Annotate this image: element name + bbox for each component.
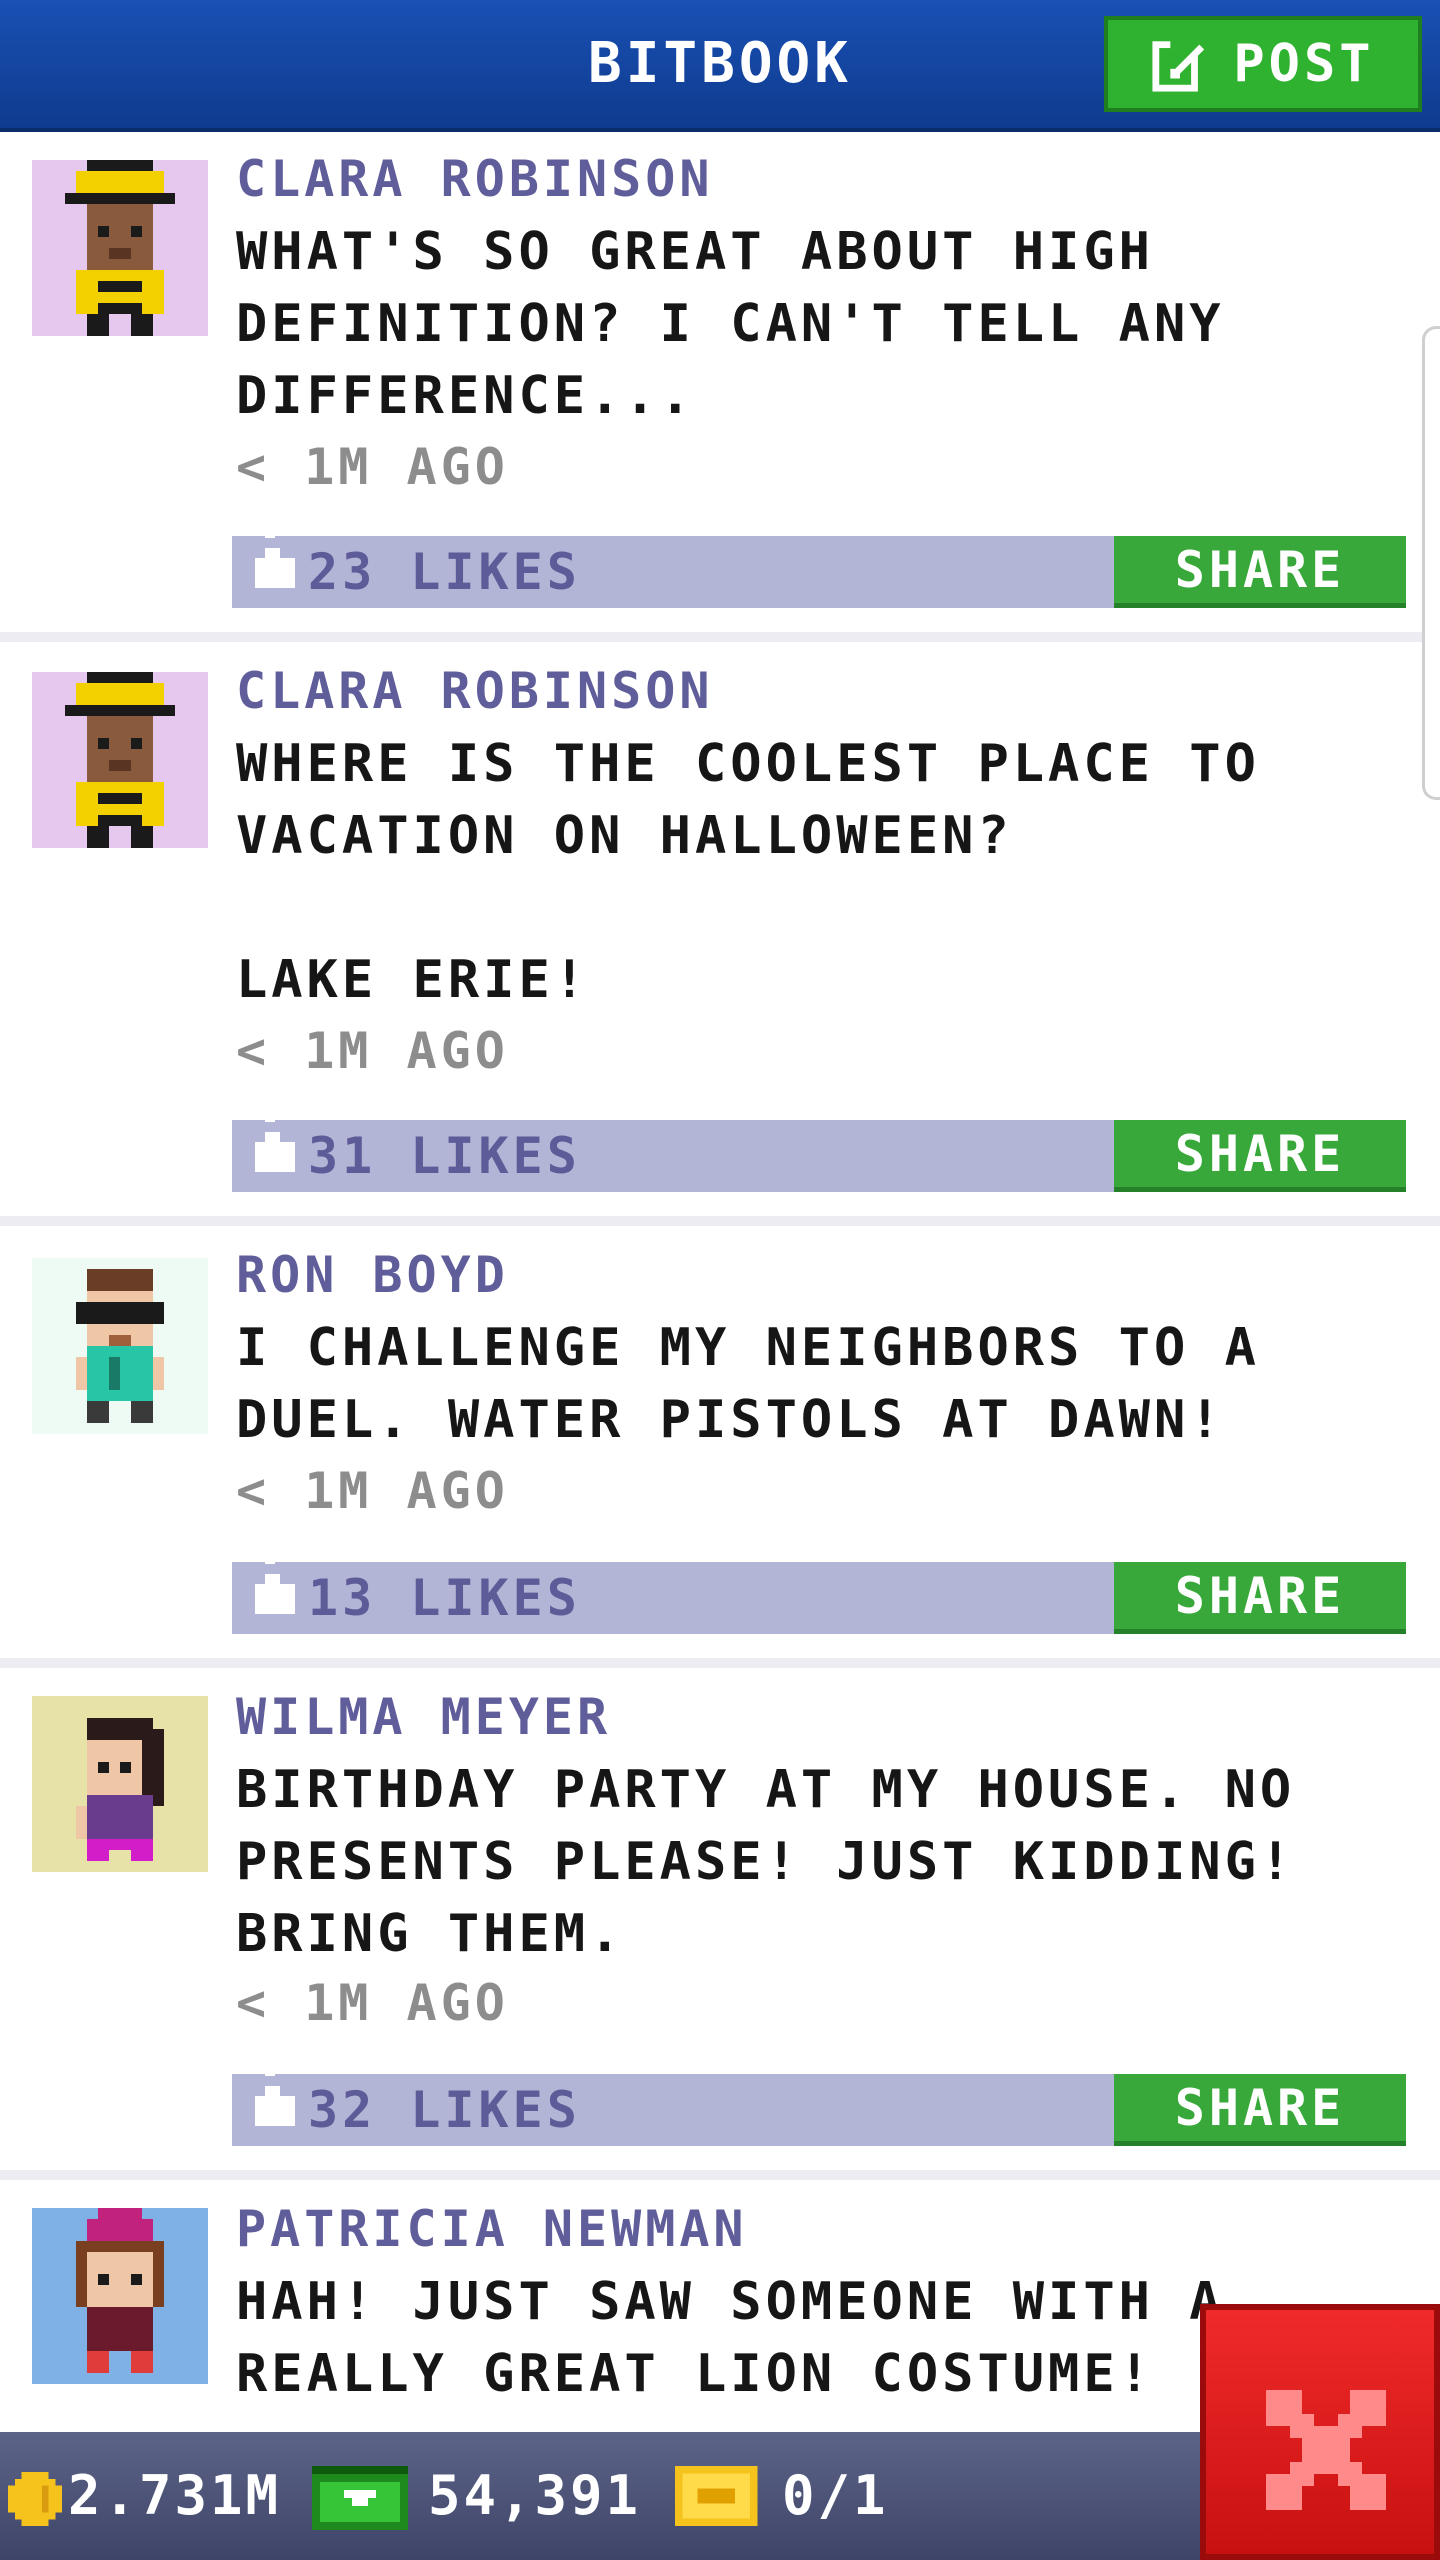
tickets-value: 0/1 <box>782 2464 889 2527</box>
compose-icon <box>1152 39 1205 92</box>
post-item: WILMA MEYER BIRTHDAY PARTY AT MY HOUSE. … <box>0 1668 1440 2170</box>
post-author[interactable]: WILMA MEYER <box>236 1688 611 1746</box>
post-author[interactable]: RON BOYD <box>236 1246 509 1304</box>
post-author[interactable]: PATRICIA NEWMAN <box>236 2200 748 2258</box>
share-button[interactable]: SHARE <box>1114 1120 1406 1192</box>
wilma-avatar[interactable] <box>32 1696 208 1872</box>
post-time: < 1M AGO <box>236 1974 509 2032</box>
post-message: WHAT'S SO GREAT ABOUT HIGH DEFINITION? I… <box>236 222 1225 426</box>
ron-avatar[interactable] <box>32 1258 208 1434</box>
like-bar: 31 LIKES SHARE <box>232 1102 1406 1192</box>
close-button[interactable] <box>1200 2304 1440 2560</box>
post-time: < 1M AGO <box>236 438 509 496</box>
likes-count: 23 LIKES <box>308 543 581 601</box>
bux-icon <box>312 2466 408 2530</box>
divider <box>0 632 1440 642</box>
post-time: < 1M AGO <box>236 1462 509 1520</box>
likes-count: 31 LIKES <box>308 1127 581 1185</box>
post-item: CLARA ROBINSON WHAT'S SO GREAT ABOUT HIG… <box>0 132 1440 632</box>
patricia-avatar[interactable] <box>32 2208 208 2384</box>
post-message: BIRTHDAY PARTY AT MY HOUSE. NO PRESENTS … <box>236 1760 1296 1964</box>
coin-icon <box>8 2472 62 2526</box>
post-time: < 1M AGO <box>236 1022 509 1080</box>
clara-avatar[interactable] <box>32 672 208 848</box>
divider <box>0 2170 1440 2180</box>
top-bar: BITBOOK POST <box>0 0 1440 132</box>
divider <box>0 1216 1440 1226</box>
like-bar: 23 LIKES SHARE <box>232 518 1406 608</box>
ticket-icon <box>674 2466 758 2526</box>
thumbs-up-icon[interactable] <box>250 1102 300 1182</box>
divider <box>0 1658 1440 1668</box>
post-button-label: POST <box>1233 34 1375 94</box>
like-bar: 13 LIKES SHARE <box>232 1544 1406 1634</box>
thumbs-up-icon[interactable] <box>250 2056 300 2136</box>
thumbs-up-icon[interactable] <box>250 1544 300 1624</box>
like-bar: 32 LIKES SHARE <box>232 2056 1406 2146</box>
coins-value: 2.731M <box>68 2464 282 2527</box>
post-message: I CHALLENGE MY NEIGHBORS TO A DUEL. WATE… <box>236 1318 1260 1450</box>
share-button[interactable]: SHARE <box>1114 2074 1406 2146</box>
post-author[interactable]: CLARA ROBINSON <box>236 150 713 208</box>
bux-value: 54,391 <box>428 2464 642 2527</box>
post-button[interactable]: POST <box>1104 16 1422 112</box>
post-item: CLARA ROBINSON WHERE IS THE COOLEST PLAC… <box>0 642 1440 1216</box>
post-message: WHERE IS THE COOLEST PLACE TO VACATION O… <box>236 734 1260 1010</box>
post-author[interactable]: CLARA ROBINSON <box>236 662 713 720</box>
close-icon <box>1266 2390 1386 2510</box>
thumbs-up-icon[interactable] <box>250 518 300 598</box>
post-item: RON BOYD I CHALLENGE MY NEIGHBORS TO A D… <box>0 1226 1440 1658</box>
likes-count: 32 LIKES <box>308 2081 581 2139</box>
share-button[interactable]: SHARE <box>1114 536 1406 608</box>
clara-avatar[interactable] <box>32 160 208 336</box>
likes-count: 13 LIKES <box>308 1569 581 1627</box>
share-button[interactable]: SHARE <box>1114 1562 1406 1634</box>
scroll-indicator[interactable] <box>1422 326 1440 800</box>
